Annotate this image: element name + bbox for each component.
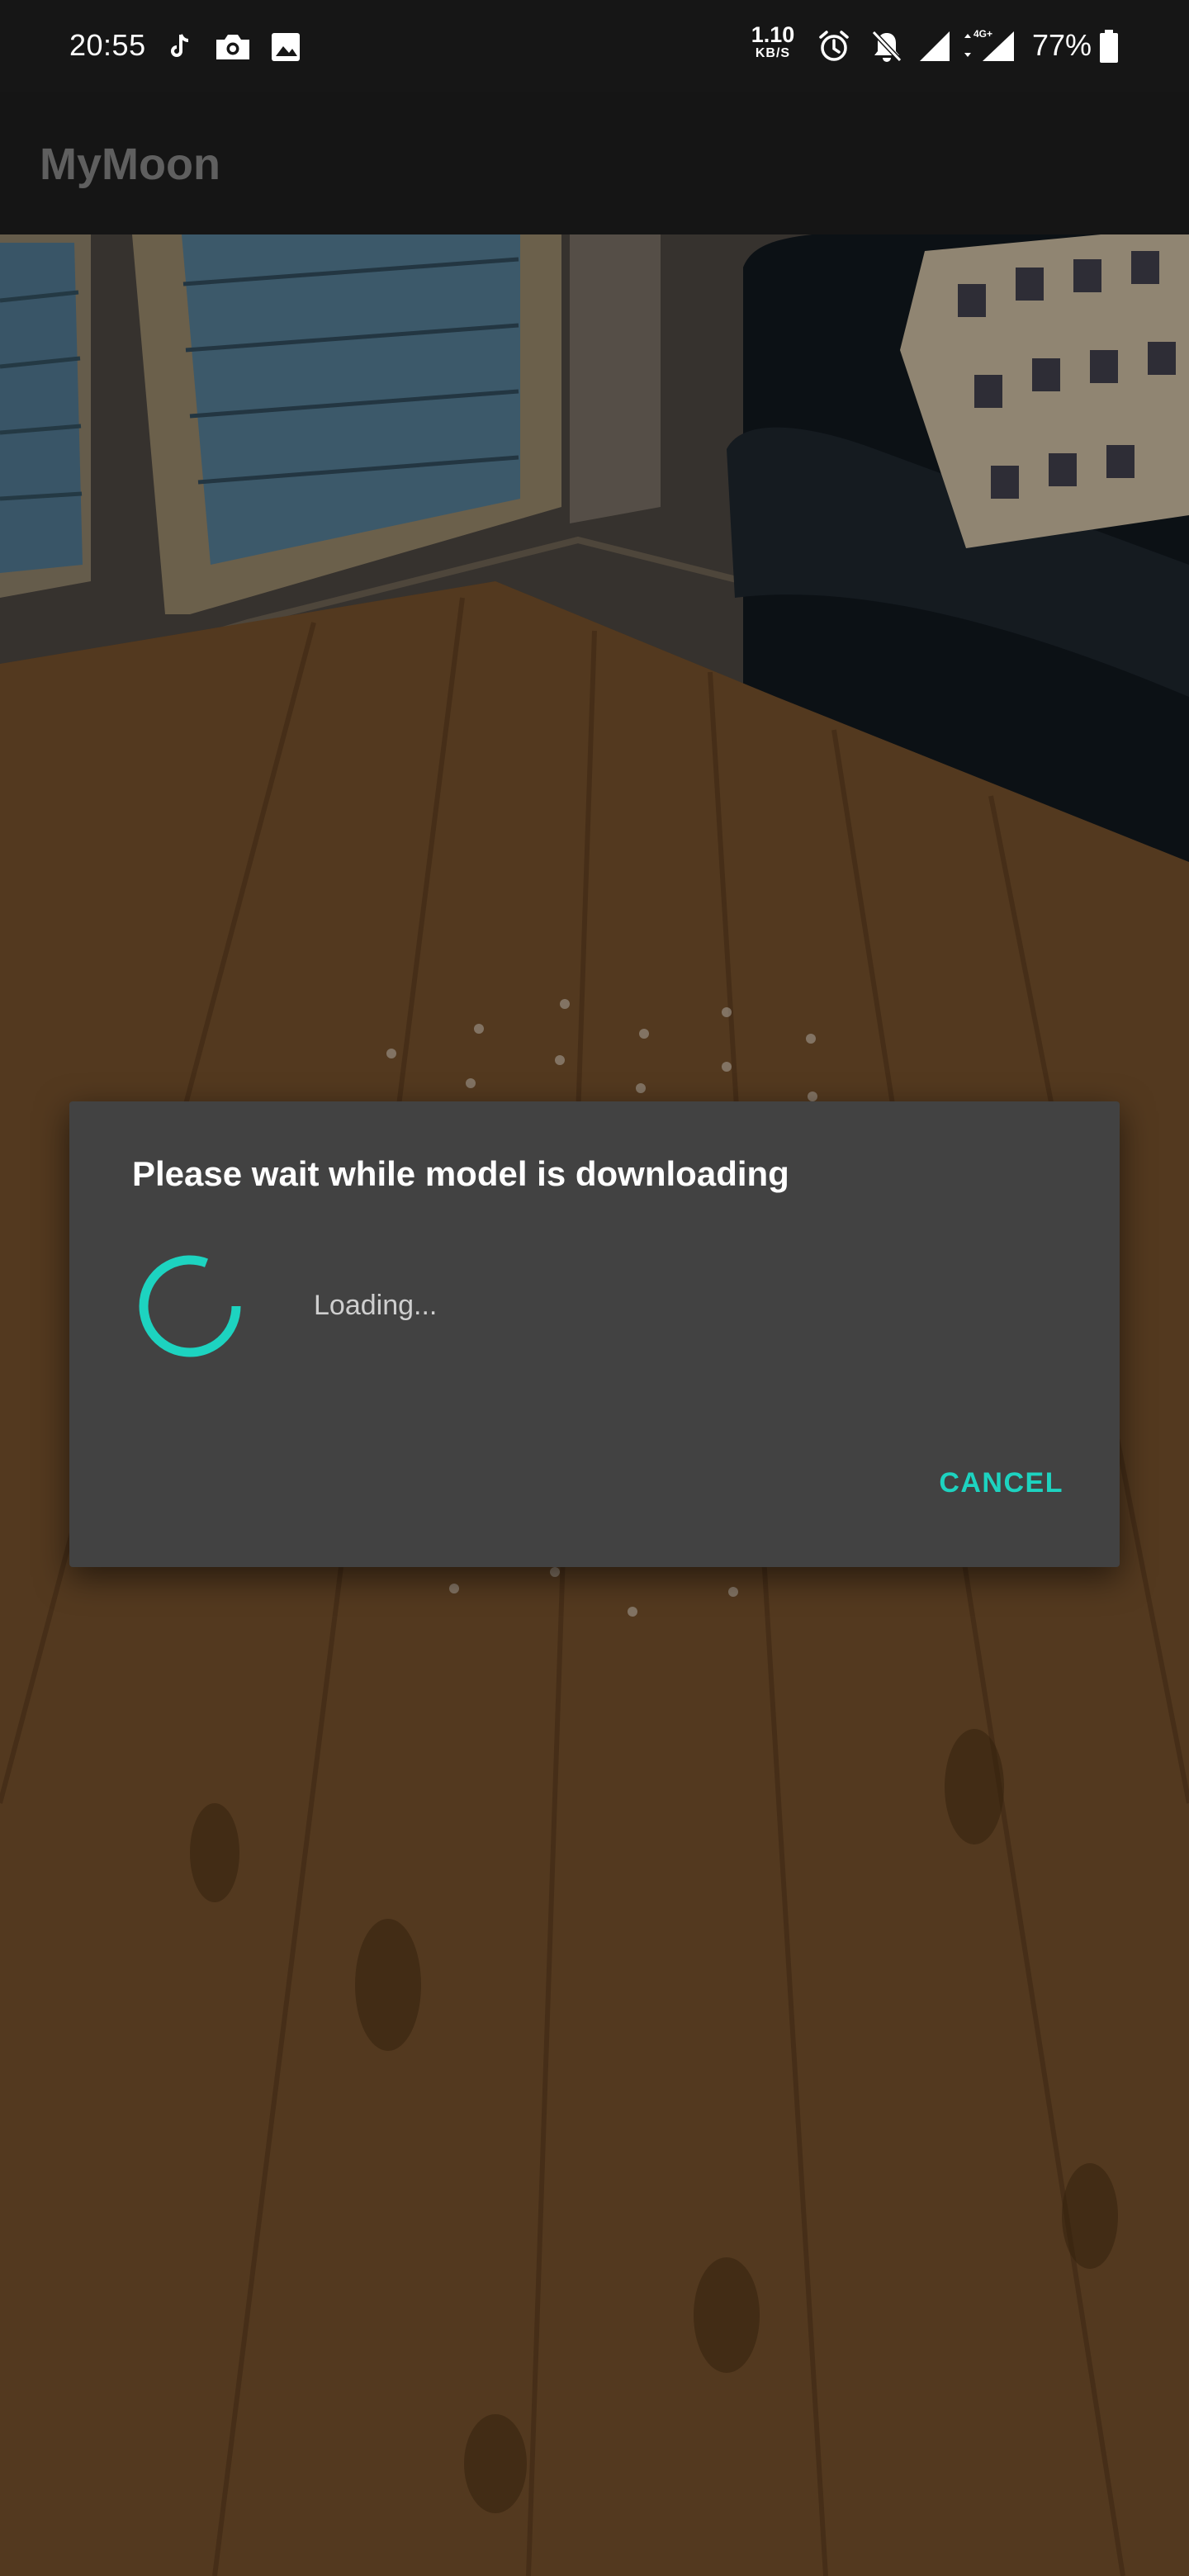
- dialog-title: Please wait while model is downloading: [132, 1154, 789, 1193]
- tiktok-icon: [171, 34, 189, 57]
- network-speed-value: 1.10: [751, 22, 795, 47]
- battery-percent: 77%: [1032, 28, 1092, 62]
- bell-off-icon: [871, 30, 902, 63]
- image-icon: [272, 33, 300, 61]
- loading-message: Loading...: [314, 1290, 438, 1321]
- status-time: 20:55: [69, 28, 146, 62]
- network-type: 4G+: [973, 28, 992, 40]
- network-speed-unit: KB/S: [755, 46, 791, 60]
- cancel-button[interactable]: CANCEL: [924, 1458, 1078, 1508]
- loading-spinner-icon: [139, 1255, 241, 1357]
- download-progress-dialog: Please wait while model is downloading L…: [69, 1101, 1120, 1567]
- network-speed: 1.10 KB/S: [743, 23, 803, 61]
- app-bar: MyMoon: [0, 92, 1189, 234]
- app-screen: 20:55 1.10 KB/S 4G+ 77% MyMoon Please wa…: [0, 0, 1189, 2576]
- status-bar: 20:55 1.10 KB/S 4G+ 77%: [0, 0, 1189, 92]
- signal-icon: [920, 31, 950, 61]
- battery-icon: [1100, 30, 1118, 63]
- app-title: MyMoon: [40, 140, 220, 189]
- alarm-icon: [819, 31, 849, 61]
- camera-icon: [216, 35, 249, 59]
- signal-4g-icon: 4G+: [964, 28, 1014, 61]
